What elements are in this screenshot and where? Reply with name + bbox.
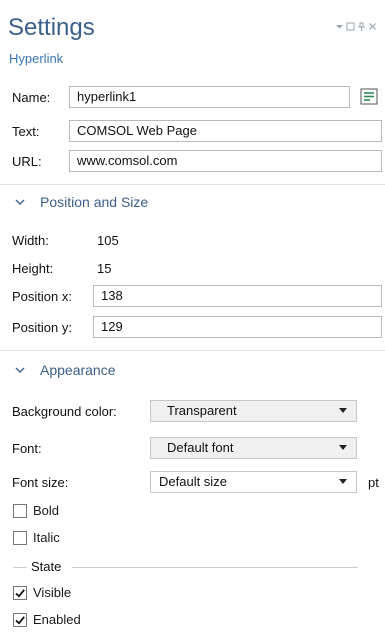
- url-label: URL:: [12, 154, 42, 169]
- chevron-down-icon: [15, 199, 25, 205]
- divider: [0, 350, 385, 351]
- visible-label: Visible: [33, 585, 72, 600]
- chevron-down-icon: [15, 367, 25, 373]
- url-field[interactable]: www.comsol.com: [69, 150, 382, 172]
- bold-checkbox-row[interactable]: Bold: [13, 503, 59, 518]
- position-x-label: Position x:: [12, 289, 72, 304]
- group-line: [13, 567, 27, 568]
- visible-checkbox-row[interactable]: Visible: [13, 585, 71, 600]
- page-subtitle: Hyperlink: [9, 51, 64, 66]
- divider: [0, 184, 385, 185]
- bold-label: Bold: [33, 503, 60, 518]
- pin-icon[interactable]: [356, 22, 367, 34]
- background-color-value: Transparent: [167, 403, 237, 418]
- position-y-label: Position y:: [12, 320, 72, 335]
- name-field[interactable]: hyperlink1: [69, 86, 350, 108]
- state-group-label: State: [31, 559, 62, 574]
- background-color-label: Background color:: [12, 404, 117, 419]
- height-value: 15: [97, 261, 112, 276]
- close-icon[interactable]: [367, 22, 378, 34]
- page-title: Settings: [8, 14, 95, 41]
- chevron-down-icon: [339, 445, 347, 450]
- section-appearance[interactable]: Appearance: [13, 362, 116, 378]
- name-label: Name:: [12, 90, 51, 105]
- font-size-select[interactable]: Default size: [150, 471, 357, 493]
- section-position-and-size[interactable]: Position and Size: [13, 194, 148, 210]
- enabled-checkbox[interactable]: [13, 612, 27, 627]
- chevron-down-icon: [339, 479, 347, 484]
- enabled-label: Enabled: [33, 612, 81, 627]
- enabled-checkbox-row[interactable]: Enabled: [13, 612, 81, 627]
- checkmark-icon: [15, 588, 25, 598]
- background-color-select[interactable]: Transparent: [150, 400, 357, 422]
- font-size-label: Font size:: [12, 475, 69, 490]
- group-line: [72, 567, 358, 568]
- edit-name-icon[interactable]: [358, 86, 380, 108]
- font-size-unit: pt: [368, 475, 379, 490]
- position-y-field[interactable]: 129: [93, 316, 382, 338]
- checkmark-icon: [15, 615, 25, 625]
- section-heading: Position and Size: [40, 194, 149, 210]
- text-label: Text:: [12, 124, 40, 139]
- maximize-icon[interactable]: [345, 22, 356, 34]
- italic-label: Italic: [33, 530, 60, 545]
- font-value: Default font: [167, 440, 234, 455]
- chevron-down-icon[interactable]: [334, 22, 345, 34]
- visible-checkbox[interactable]: [13, 585, 27, 600]
- italic-checkbox[interactable]: [13, 530, 27, 545]
- font-select[interactable]: Default font: [150, 437, 357, 459]
- font-label: Font:: [12, 441, 42, 456]
- width-label: Width:: [12, 233, 49, 248]
- position-x-field[interactable]: 138: [93, 285, 382, 307]
- chevron-down-icon: [339, 408, 347, 413]
- bold-checkbox[interactable]: [13, 503, 27, 518]
- window-controls: [334, 22, 378, 34]
- height-label: Height:: [12, 261, 54, 276]
- font-size-value: Default size: [159, 474, 227, 489]
- italic-checkbox-row[interactable]: Italic: [13, 530, 60, 545]
- section-heading: Appearance: [40, 362, 116, 378]
- text-field[interactable]: COMSOL Web Page: [69, 120, 382, 142]
- width-value: 105: [97, 233, 119, 248]
